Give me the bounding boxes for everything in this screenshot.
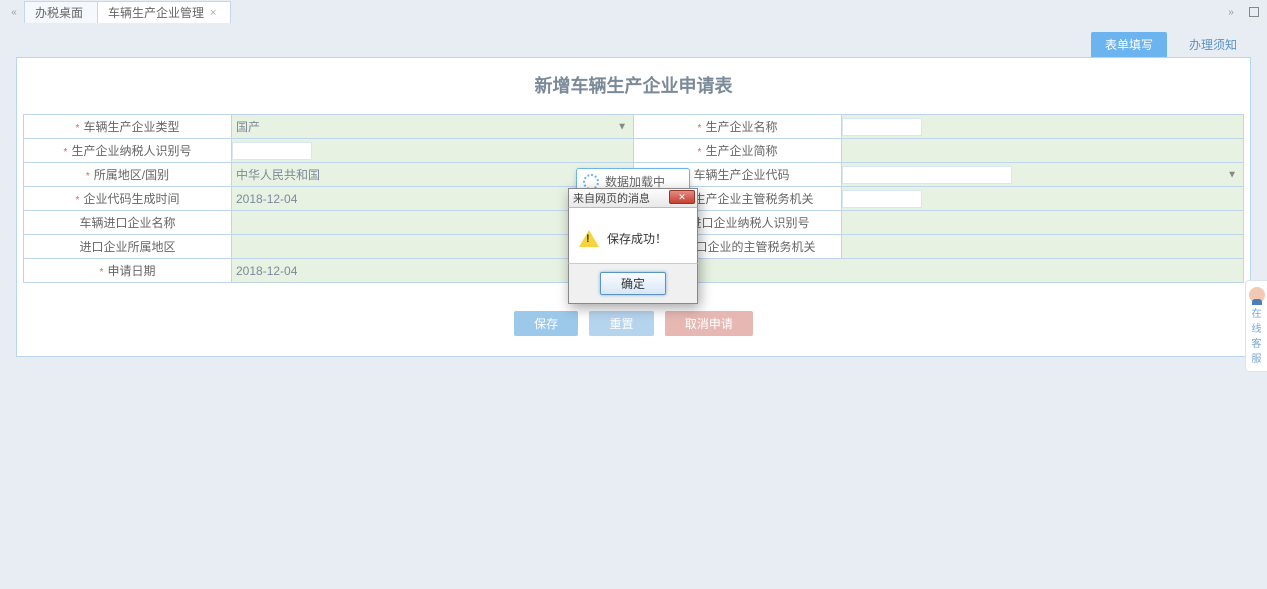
dialog-close-button[interactable]: ✕ <box>669 190 695 204</box>
chevron-down-icon: ▼ <box>1227 169 1237 180</box>
field-import-authority[interactable] <box>842 235 1244 259</box>
warning-icon <box>579 230 599 247</box>
label-code-gen-time: *企业代码生成时间 <box>24 187 232 211</box>
field-import-taxid[interactable] <box>842 211 1244 235</box>
tab-form-fill[interactable]: 表单填写 <box>1091 32 1167 57</box>
reset-button[interactable]: 重置 <box>589 311 653 336</box>
dialog-titlebar[interactable]: 来自网页的消息 ✕ <box>568 188 698 208</box>
field-enterprise-type[interactable]: 国产 ▼ <box>232 115 634 139</box>
label-apply-date: *申请日期 <box>24 259 232 283</box>
field-tax-authority[interactable] <box>842 187 1244 211</box>
tab-instructions[interactable]: 办理须知 <box>1175 32 1251 57</box>
tab-bar: « 办税桌面 车辆生产企业管理 × » <box>0 0 1267 24</box>
page-title: 新增车辆生产企业申请表 <box>17 58 1250 114</box>
tab-desktop[interactable]: 办税桌面 <box>24 1 98 23</box>
label-region: *所属地区/国别 <box>24 163 232 187</box>
label-enterprise-type: *车辆生产企业类型 <box>24 115 232 139</box>
label-import-name: 车辆进口企业名称 <box>24 211 232 235</box>
alert-dialog: 来自网页的消息 ✕ 保存成功！ 确定 <box>568 188 698 304</box>
chevron-down-icon: ▼ <box>617 121 627 132</box>
action-tabs: 表单填写 办理须知 <box>6 28 1261 57</box>
label-taxpayer-id: *生产企业纳税人识别号 <box>24 139 232 163</box>
label-import-region: 进口企业所属地区 <box>24 235 232 259</box>
helper-line1: 在线 <box>1248 305 1265 335</box>
avatar-icon <box>1249 287 1265 303</box>
button-row: 保存 重置 取消申请 <box>17 299 1250 356</box>
ok-button[interactable]: 确定 <box>600 272 666 295</box>
label-enterprise-name: *生产企业名称 <box>634 115 842 139</box>
field-taxpayer-id[interactable] <box>232 139 634 163</box>
tabs-scroll-right-icon[interactable]: » <box>1221 1 1241 23</box>
dialog-body: 保存成功！ <box>568 208 698 264</box>
close-icon[interactable]: × <box>210 7 216 19</box>
field-enterprise-name[interactable] <box>842 115 1244 139</box>
save-button[interactable]: 保存 <box>514 311 578 336</box>
field-enterprise-short[interactable] <box>842 139 1244 163</box>
tabs-scroll-left-icon[interactable]: « <box>4 1 24 23</box>
maximize-icon[interactable] <box>1243 2 1265 22</box>
dialog-footer: 确定 <box>568 264 698 304</box>
cancel-button[interactable]: 取消申请 <box>665 311 753 336</box>
field-enterprise-code[interactable]: ▼ <box>842 163 1244 187</box>
tab-label: 车辆生产企业管理 <box>108 4 204 21</box>
dialog-title: 来自网页的消息 <box>573 190 650 206</box>
helper-line2: 客服 <box>1248 335 1265 365</box>
field-apply-date[interactable]: 2018-12-04 <box>232 259 1244 283</box>
tab-label: 办税桌面 <box>35 4 83 21</box>
field-region[interactable]: 中华人民共和国 ▼ <box>232 163 634 187</box>
dialog-message: 保存成功！ <box>607 230 667 247</box>
label-enterprise-short: *生产企业简称 <box>634 139 842 163</box>
online-service-button[interactable]: 在线 客服 <box>1245 280 1267 372</box>
tab-vehicle-mgmt[interactable]: 车辆生产企业管理 × <box>97 1 231 23</box>
